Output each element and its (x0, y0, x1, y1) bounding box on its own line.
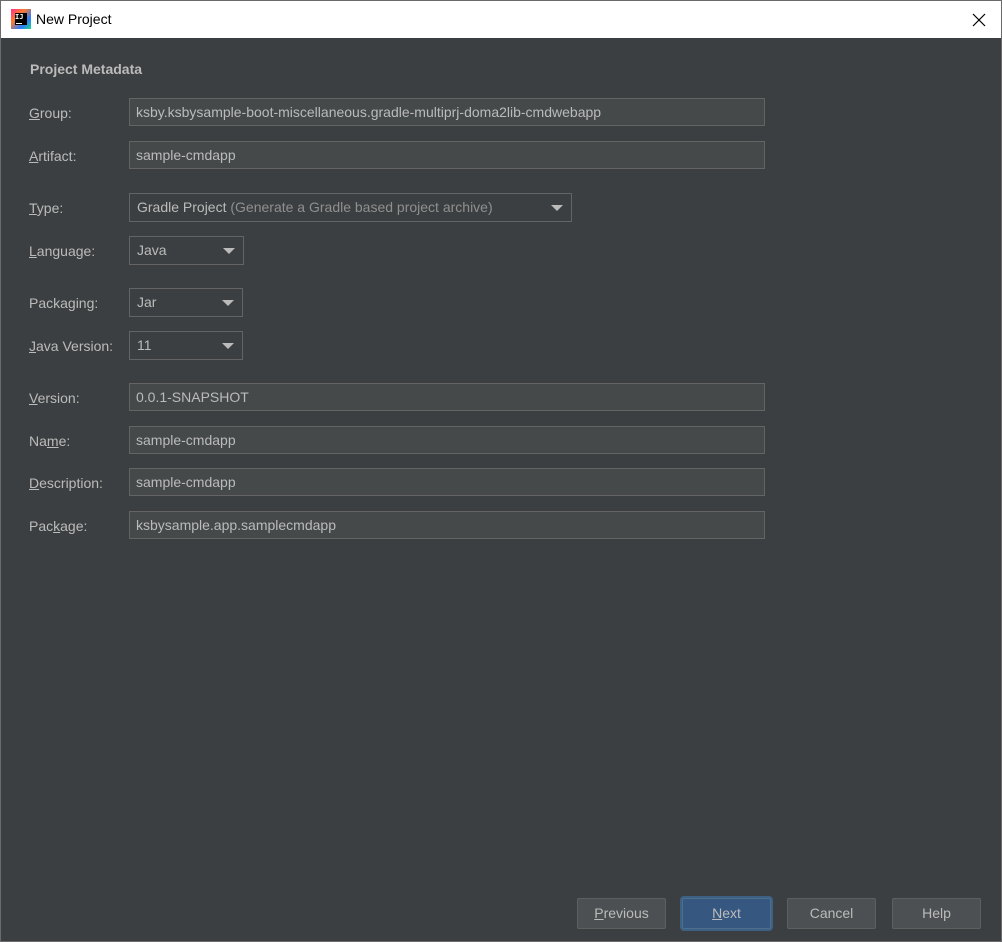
help-button[interactable]: Help (892, 898, 981, 929)
artifact-field[interactable]: sample-cmdapp (129, 141, 765, 169)
chevron-down-icon (222, 343, 234, 349)
type-value: Gradle Project (137, 199, 227, 215)
package-field[interactable]: ksbysample.app.samplecmdapp (129, 511, 765, 539)
type-hint: (Generate a Gradle based project archive… (230, 199, 493, 215)
cancel-button[interactable]: Cancel (787, 898, 876, 929)
packaging-dropdown[interactable]: Jar (129, 288, 243, 317)
new-project-dialog: IJ New Project Project Metadata Group: k… (0, 0, 1002, 942)
name-label: Name: (29, 433, 71, 449)
packaging-label: Packaging: (29, 295, 99, 311)
title-bar: IJ New Project (1, 1, 1001, 38)
app-icon-text: IJ (15, 13, 24, 21)
close-icon (972, 13, 986, 27)
language-value: Java (137, 242, 167, 258)
name-field[interactable]: sample-cmdapp (129, 426, 765, 454)
chevron-down-icon (551, 205, 563, 211)
chevron-down-icon (222, 300, 234, 306)
next-button[interactable]: Next (682, 898, 771, 929)
chevron-down-icon (223, 248, 235, 254)
language-label: Language: (29, 243, 96, 259)
version-label: Version: (29, 390, 80, 406)
java-version-label: Java Version: (29, 338, 114, 354)
packaging-value: Jar (137, 294, 157, 310)
java-version-value: 11 (137, 337, 152, 353)
version-field[interactable]: 0.0.1-SNAPSHOT (129, 383, 765, 411)
type-dropdown[interactable]: Gradle Project (Generate a Gradle based … (129, 193, 572, 222)
group-field[interactable]: ksby.ksbysample-boot-miscellaneous.gradl… (129, 98, 765, 126)
section-title: Project Metadata (30, 61, 143, 77)
package-label: Package: (29, 518, 88, 534)
group-label: Group: (29, 105, 72, 121)
description-field[interactable]: sample-cmdapp (129, 468, 765, 496)
language-dropdown[interactable]: Java (129, 236, 244, 265)
previous-button[interactable]: Previous (577, 898, 666, 929)
java-version-dropdown[interactable]: 11 (129, 331, 243, 360)
type-label: Type: (29, 200, 64, 216)
close-button[interactable] (957, 1, 1001, 38)
intellij-idea-icon: IJ (11, 9, 31, 29)
artifact-label: Artifact: (29, 148, 77, 164)
window-title: New Project (36, 11, 112, 27)
description-label: Description: (29, 475, 103, 491)
